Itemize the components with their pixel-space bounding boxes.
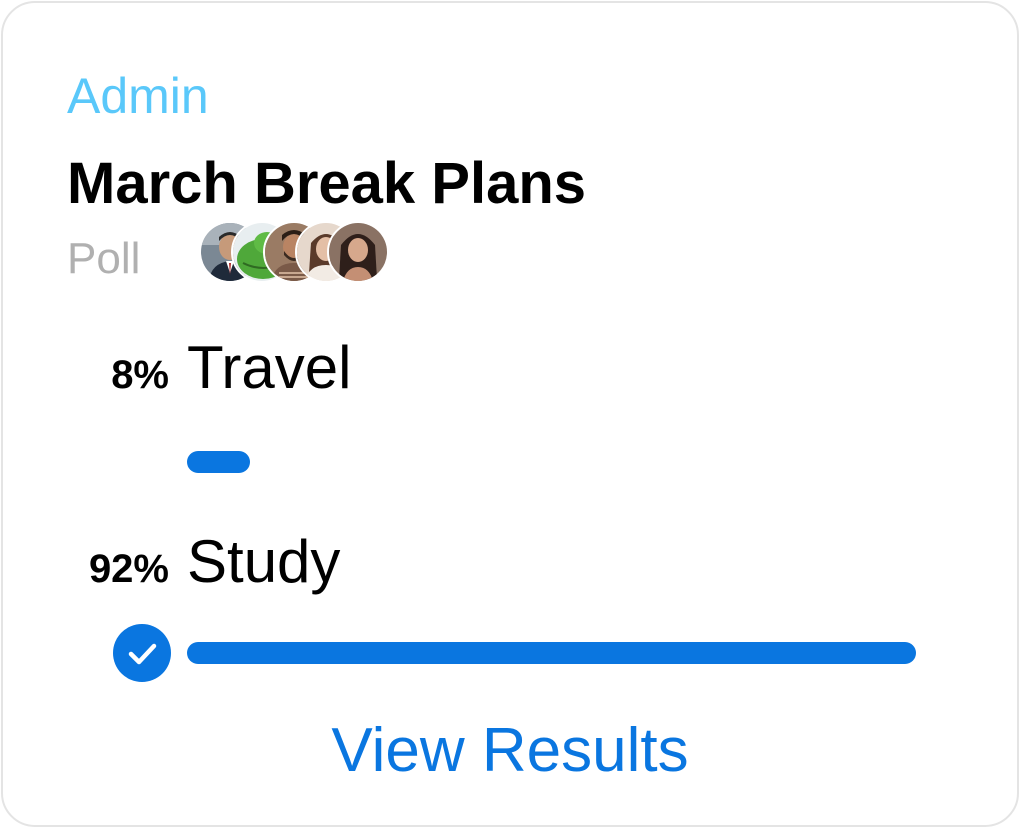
option-bar-study — [187, 642, 979, 664]
option-bar-fill — [187, 451, 250, 473]
option-label-travel[interactable]: Travel — [187, 333, 351, 402]
option-bar-fill — [187, 642, 916, 664]
checkmark-icon[interactable] — [113, 624, 171, 682]
sender-name: Admin — [67, 68, 209, 124]
poll-message-card[interactable]: Admin March Break Plans Poll 8% Travel 9… — [1, 1, 1019, 827]
poll-title: March Break Plans — [67, 151, 587, 216]
option-label-study[interactable]: Study — [187, 527, 340, 596]
option-percent: 8% — [111, 353, 169, 397]
option-bar-travel — [187, 451, 979, 473]
option-percent: 92% — [88, 547, 169, 591]
message-type-label: Poll — [67, 234, 141, 283]
view-results-button[interactable]: View Results — [3, 715, 1017, 787]
avatar — [327, 221, 389, 283]
